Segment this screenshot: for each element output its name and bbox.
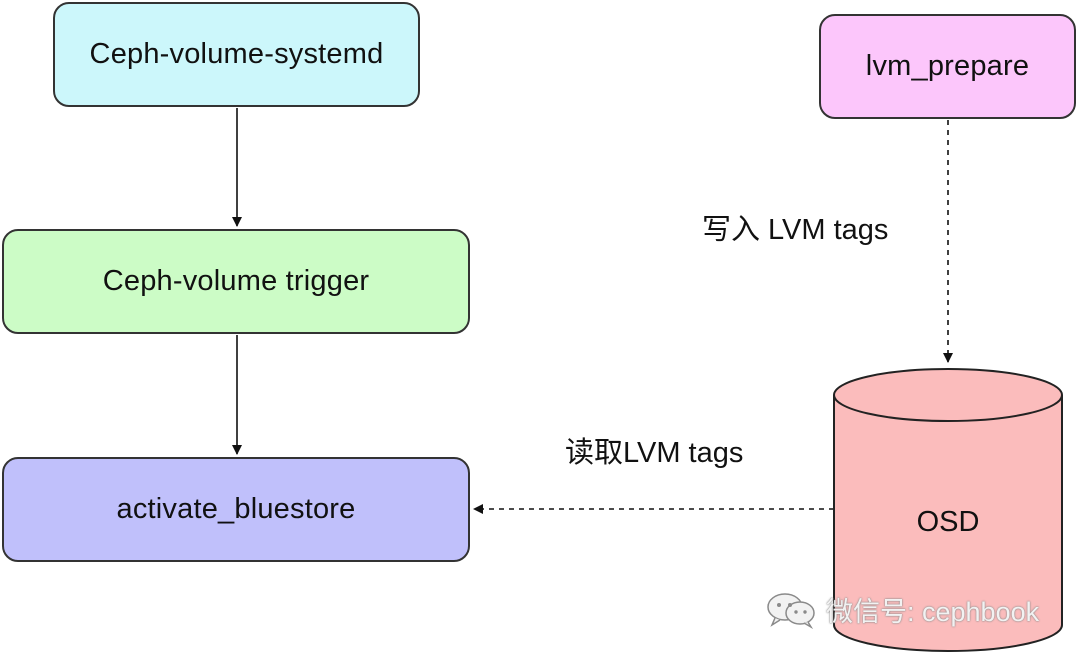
ceph-volume-systemd-label: Ceph-volume-systemd [89, 38, 384, 70]
ceph-volume-systemd-node: Ceph-volume-systemd [53, 2, 420, 107]
write-lvm-tags-label: 写入 LVM tags [702, 214, 889, 246]
read-lvm-tags-label: 读取LVM tags [565, 437, 744, 469]
wechat-icon [767, 592, 815, 629]
ceph-volume-trigger-label: Ceph-volume trigger [102, 265, 370, 297]
watermark-text: 微信号: cephbook [826, 597, 1040, 627]
osd-label: OSD [916, 506, 980, 538]
activate-bluestore-node: activate_bluestore [2, 457, 470, 562]
activate-bluestore-label: activate_bluestore [116, 493, 356, 525]
lvm-prepare-label: lvm_prepare [865, 50, 1030, 82]
ceph-volume-trigger-node: Ceph-volume trigger [2, 229, 470, 334]
lvm-prepare-node: lvm_prepare [819, 14, 1076, 119]
watermark: 微信号: cephbook [766, 590, 1039, 629]
